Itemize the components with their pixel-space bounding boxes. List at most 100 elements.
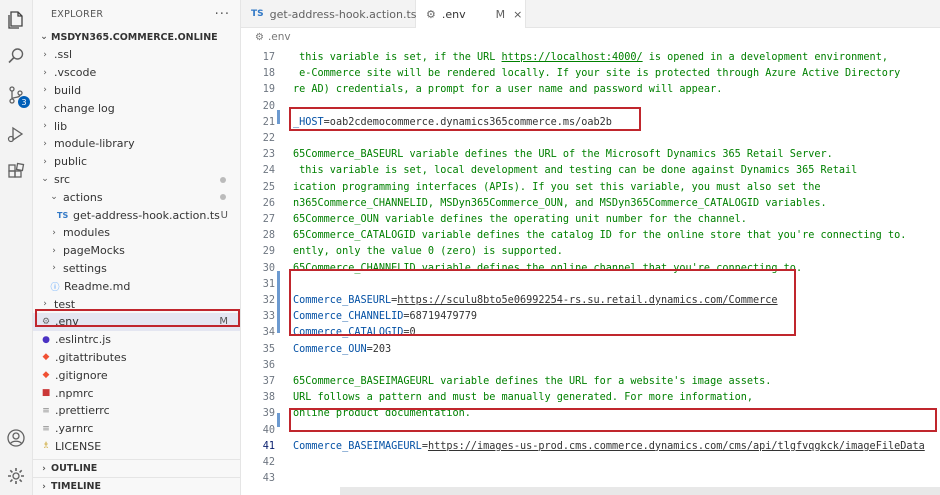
file-icon: ≡ — [42, 405, 50, 416]
chevron-right-icon: › — [43, 121, 47, 132]
line-number: 43 — [262, 473, 275, 485]
more-actions-icon[interactable]: ··· — [215, 7, 230, 22]
tree-item[interactable]: ♗ LICENSE — [33, 438, 240, 456]
line-number: 29 — [262, 246, 275, 258]
code-token: e-Commerce site will be rendered locally… — [293, 68, 901, 80]
outline-section[interactable]: › OUTLINE — [33, 459, 240, 477]
tree-item[interactable]: › settings — [33, 260, 240, 278]
line-number: 18 — [262, 68, 275, 80]
workspace-root-label: MSDYN365.COMMERCE.ONLINE — [51, 31, 218, 43]
account-icon[interactable] — [5, 427, 27, 449]
code-token: _HOST — [293, 116, 324, 128]
line-number: 26 — [262, 197, 275, 209]
tree-item[interactable]: ≡ .prettierrc — [33, 402, 240, 420]
chevron-right-icon: › — [43, 67, 47, 78]
code-line: 43 — [241, 471, 940, 487]
tree-item-label: .eslintrc.js — [55, 333, 112, 347]
code-token: 65Commerce_OUN variable defines the oper… — [293, 214, 747, 225]
code-token: ently, only the value 0 (zero) is suppor… — [293, 246, 563, 258]
line-text: 65Commerce_OUN variable defines the oper… — [293, 212, 747, 228]
tree-item-label: modules — [63, 226, 110, 240]
tree-item[interactable]: TS get-address-hook.action.ts U — [33, 206, 240, 224]
tab-get-address-hook[interactable]: TS get-address-hook.action.ts U — [241, 0, 433, 28]
git-status-badge: M — [219, 316, 228, 328]
tree-item-label: change log — [54, 101, 115, 115]
timeline-section[interactable]: › TIMELINE — [33, 477, 240, 495]
tree-item[interactable]: ⚙ .env M — [33, 312, 240, 331]
line-number: 17 — [262, 52, 275, 63]
code-token: URL follows a pattern and must be manual… — [293, 392, 754, 404]
code-line: 36 — [241, 358, 940, 374]
code-line: 38 URL follows a pattern and must be manu… — [241, 390, 940, 406]
line-text: re AD) credentials, a prompt for a user … — [293, 82, 722, 98]
tree-item[interactable]: ◆ .gitignore — [33, 366, 240, 384]
tree-item[interactable]: › build — [33, 82, 240, 100]
tree-item-label: .env — [55, 315, 79, 329]
line-number: 35 — [262, 343, 275, 355]
code-token: 65Commerce_CATALOGID variable defines th… — [293, 230, 907, 242]
tree-item[interactable]: › test — [33, 295, 240, 313]
code-line: 29 ently, only the value 0 (zero) is supp… — [241, 244, 940, 260]
chevron-down-icon: ⌄ — [41, 174, 49, 185]
tree-item[interactable]: › public — [33, 153, 240, 171]
tree-item[interactable]: ● .eslintrc.js — [33, 331, 240, 349]
tree-item[interactable]: › module-library — [33, 135, 240, 153]
line-number: 27 — [262, 214, 275, 225]
tree-item[interactable]: › lib — [33, 117, 240, 135]
extensions-icon[interactable] — [5, 161, 27, 183]
files-icon[interactable] — [5, 8, 27, 30]
chevron-right-icon: › — [43, 156, 47, 167]
line-number: 31 — [262, 278, 275, 290]
tree-item[interactable]: ◆ .gitattributes — [33, 349, 240, 367]
code-line: 39 online product documentation. — [241, 406, 940, 422]
line-text: Commerce_CATALOGID=0 — [293, 325, 416, 341]
tree-item-label: Readme.md — [64, 279, 131, 293]
line-text: URL follows a pattern and must be manual… — [293, 390, 753, 406]
workspace-root[interactable]: ⌄ MSDYN365.COMMERCE.ONLINE — [33, 28, 240, 46]
tab-env[interactable]: ⚙ .env M × — [416, 0, 526, 28]
close-icon[interactable]: × — [513, 8, 522, 21]
tree-item[interactable]: › modules — [33, 224, 240, 242]
breadcrumb-file: .env — [267, 31, 291, 43]
line-text: this variable is set, if the URL https:/… — [293, 50, 888, 66]
tree-item[interactable]: ≡ .yarnrc — [33, 420, 240, 438]
outline-label: OUTLINE — [51, 463, 98, 474]
source-control-icon[interactable]: 3 — [5, 84, 30, 108]
code-token: =68719479779 — [403, 311, 478, 323]
tree-item[interactable]: › pageMocks — [33, 242, 240, 260]
settings-gear-icon[interactable] — [5, 465, 27, 487]
run-debug-icon[interactable] — [5, 123, 27, 145]
tree-item-label: settings — [63, 261, 107, 275]
tree-item[interactable]: ⓘ Readme.md — [33, 277, 240, 295]
code-token: is opened in a development environment, — [642, 52, 888, 63]
tree-item-label: actions — [63, 190, 103, 204]
tree-item[interactable]: › .vscode — [33, 64, 240, 82]
chevron-right-icon: › — [43, 103, 47, 114]
line-number: 20 — [262, 100, 275, 112]
horizontal-scrollbar[interactable] — [340, 487, 940, 495]
tree-item[interactable]: ⌄ actions — [33, 188, 240, 206]
code-token: 65Commerce_CHANNELID variable defines th… — [293, 262, 803, 274]
chevron-right-icon: › — [42, 463, 46, 474]
tree-item[interactable]: › .ssl — [33, 46, 240, 64]
line-number: 37 — [262, 376, 275, 387]
breadcrumb[interactable]: ⚙ .env — [241, 28, 940, 46]
code-line: 26 n365Commerce_CHANNELID, MSDyn365Commer… — [241, 196, 940, 212]
code-token: 65Commerce_BASEURL variable defines the … — [293, 149, 833, 161]
code-token: =0 — [403, 327, 416, 339]
git-status-badge: U — [220, 209, 228, 221]
code-token: Commerce_OUN — [293, 343, 367, 355]
line-text: Commerce_BASEURL=https://sculu8bto5e0699… — [293, 293, 778, 309]
code-token: Commerce_CHANNELID — [293, 311, 404, 323]
line-number: 34 — [262, 327, 275, 339]
tree-item[interactable]: ■ .npmrc — [33, 384, 240, 402]
modified-dot-icon — [220, 194, 226, 201]
code-token: online product documentation. — [293, 408, 471, 420]
modified-line-marker — [277, 110, 280, 124]
search-icon[interactable] — [5, 45, 27, 67]
tree-item-label: .npmrc — [55, 386, 94, 400]
tree-item-label: public — [54, 155, 88, 169]
tree-item-label: build — [54, 83, 82, 97]
tree-item[interactable]: › change log — [33, 99, 240, 117]
tree-item[interactable]: ⌄ src — [33, 171, 240, 189]
